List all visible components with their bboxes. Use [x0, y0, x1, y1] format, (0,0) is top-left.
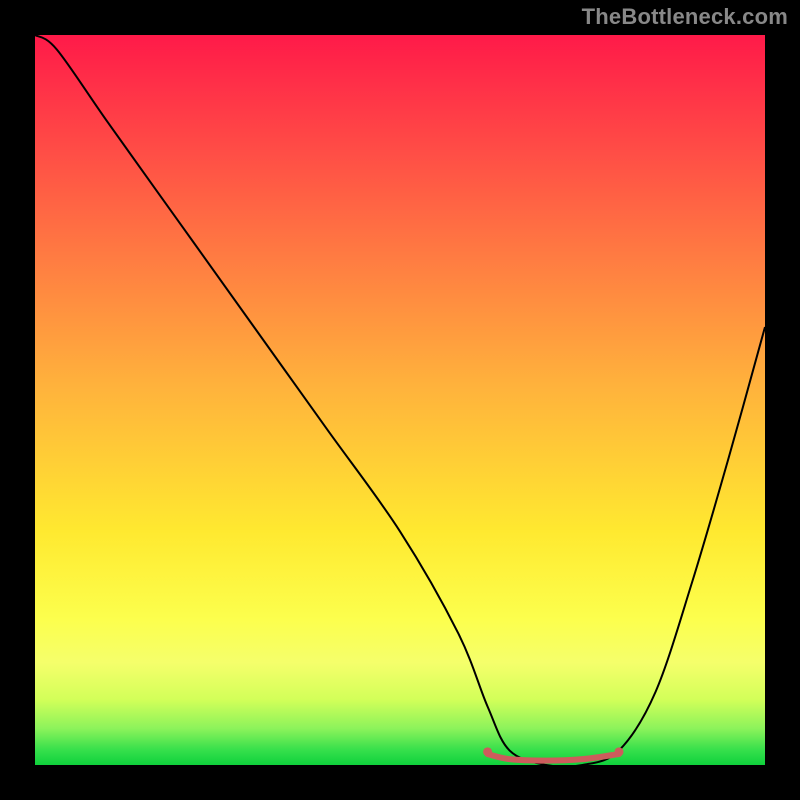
watermark-text: TheBottleneck.com: [582, 4, 788, 30]
plot-svg: [35, 35, 765, 765]
chart-frame: TheBottleneck.com: [0, 0, 800, 800]
bottleneck-curve: [35, 35, 765, 767]
highlight-band: [488, 754, 619, 761]
plot-area: [35, 35, 765, 765]
highlight-dot: [483, 747, 492, 756]
highlight-dot: [615, 747, 624, 756]
